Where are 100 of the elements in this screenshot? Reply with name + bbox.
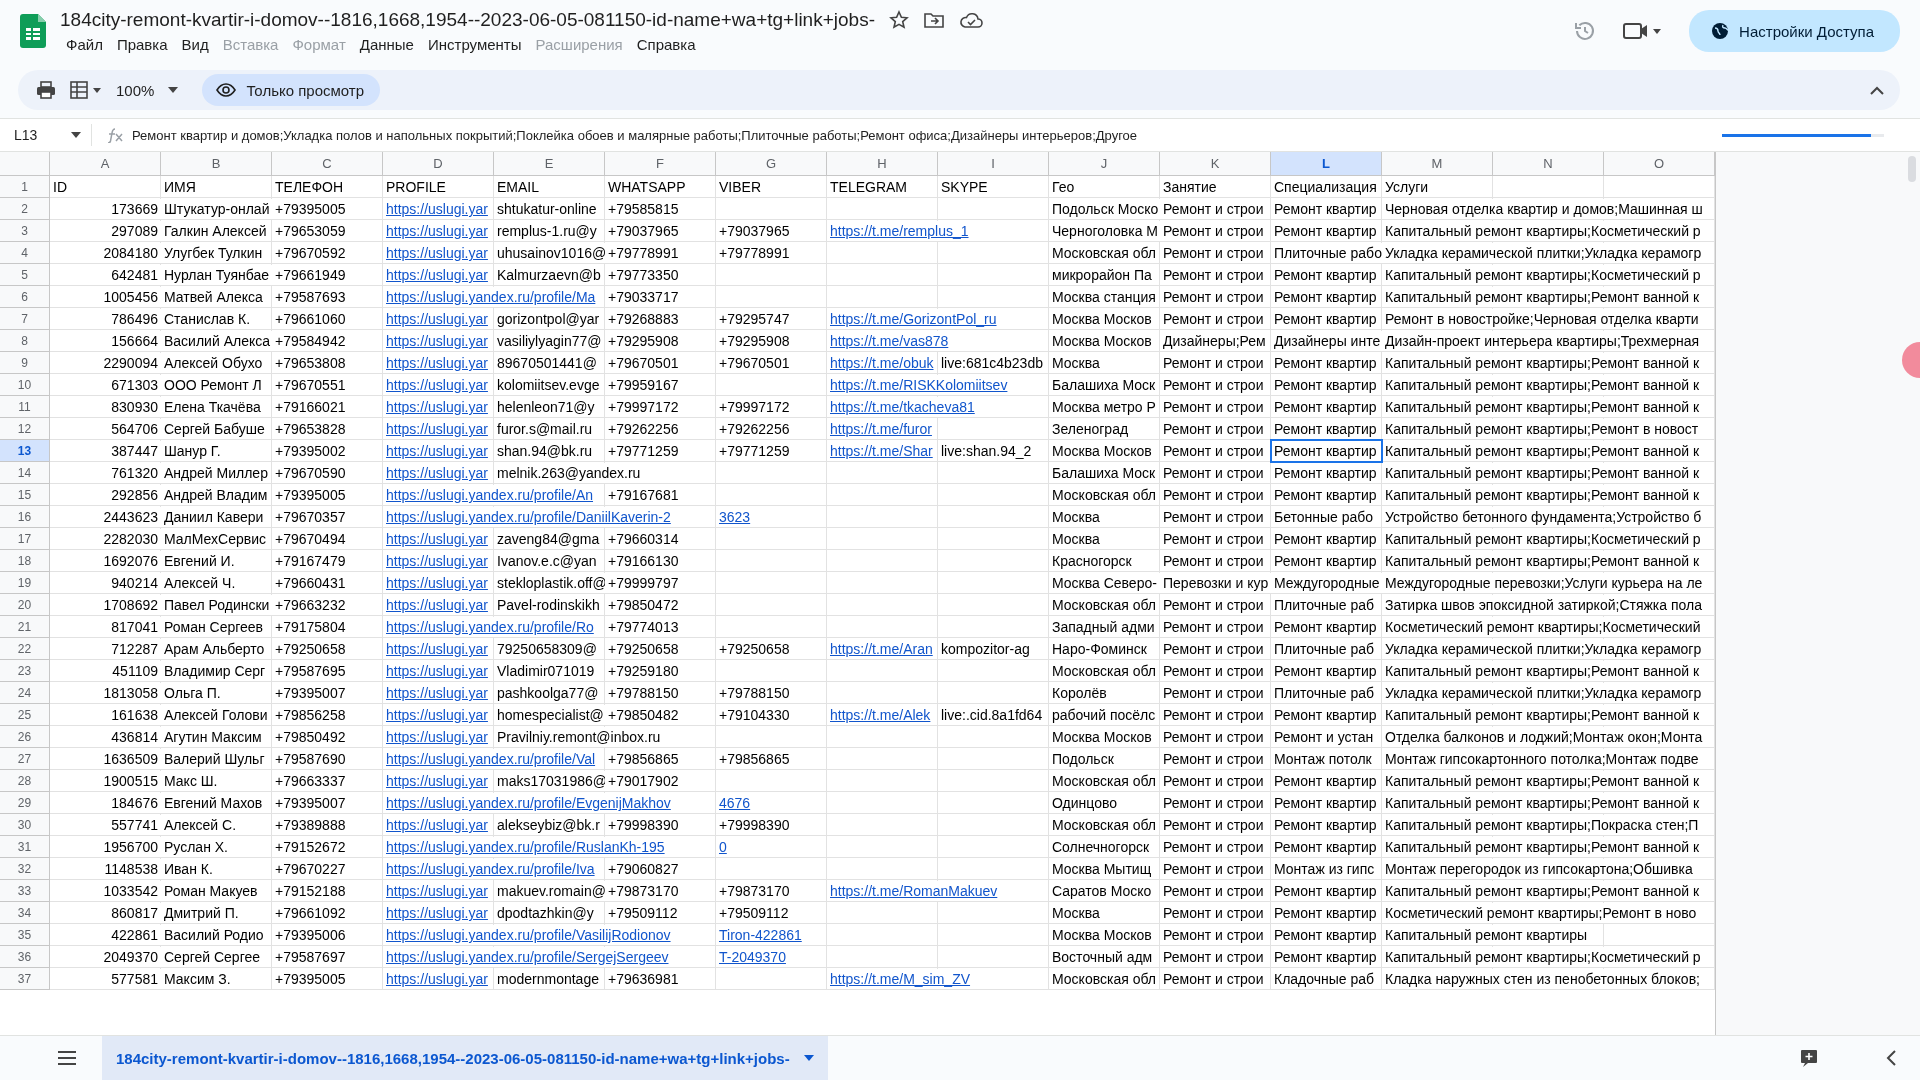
cell-link[interactable]: https://uslugi.yandex.ru/profile/Ro bbox=[383, 617, 597, 637]
row-header[interactable]: 8 bbox=[0, 330, 50, 352]
name-box[interactable]: L13 bbox=[0, 124, 92, 146]
row-header[interactable]: 30 bbox=[0, 814, 50, 836]
cell-link[interactable]: https://t.me/M_sim_ZV bbox=[827, 969, 974, 989]
cell-link[interactable]: https://t.me/vas878 bbox=[827, 331, 952, 351]
row-header[interactable]: 36 bbox=[0, 946, 50, 968]
table-cell: 860817 bbox=[108, 903, 161, 923]
sheet-tab[interactable]: 184city-remont-kvartir-i-domov--1816,1668,1954--2023-06-05-081150-id-name+wa+tg+link+jobs- bbox=[102, 1036, 828, 1080]
row-header[interactable]: 4 bbox=[0, 242, 50, 264]
menu-icon[interactable] bbox=[58, 1051, 76, 1065]
row-header[interactable]: 17 bbox=[0, 528, 50, 550]
row-header[interactable]: 10 bbox=[0, 374, 50, 396]
table-cell: Затирка швов эпоксидной затиркой;Стяжка пола bbox=[1382, 595, 1705, 615]
column-header[interactable]: L bbox=[1271, 152, 1382, 176]
column-header[interactable]: F bbox=[605, 152, 716, 176]
row-header[interactable]: 31 bbox=[0, 836, 50, 858]
row-header[interactable]: 11 bbox=[0, 396, 50, 418]
cell-link[interactable]: https://t.me/RomanMakuev bbox=[827, 881, 1001, 901]
row-header[interactable]: 18 bbox=[0, 550, 50, 572]
menu-item[interactable]: Данные bbox=[353, 34, 420, 54]
cell-link[interactable]: https://t.me/tkacheva81 bbox=[827, 397, 978, 417]
row-header[interactable]: 25 bbox=[0, 704, 50, 726]
video-camera-icon[interactable] bbox=[1623, 20, 1664, 42]
column-header[interactable]: G bbox=[716, 152, 827, 176]
row-header[interactable]: 32 bbox=[0, 858, 50, 880]
row-header[interactable]: 26 bbox=[0, 726, 50, 748]
menu-item[interactable]: Правка bbox=[110, 34, 174, 54]
menu-item[interactable]: Справка bbox=[630, 34, 702, 54]
row-header[interactable]: 28 bbox=[0, 770, 50, 792]
row-header[interactable]: 5 bbox=[0, 264, 50, 286]
cell-link[interactable]: https://uslugi.yandex.ru/profile/VasilijRodionov bbox=[383, 925, 674, 945]
column-header[interactable]: M bbox=[1382, 152, 1493, 176]
column-header[interactable]: B bbox=[161, 152, 272, 176]
cell-link[interactable]: https://uslugi.yandex.ru/profile/RuslanKh-195 bbox=[383, 837, 668, 857]
row-header[interactable]: 16 bbox=[0, 506, 50, 528]
row-header[interactable]: 27 bbox=[0, 748, 50, 770]
row-header[interactable]: 24 bbox=[0, 682, 50, 704]
table-format-icon[interactable] bbox=[70, 81, 102, 99]
print-icon[interactable] bbox=[36, 81, 56, 99]
column-header[interactable]: O bbox=[1604, 152, 1715, 176]
cell-link[interactable]: https://uslugi.yandex.ru/profile/DaniilKaverin-2 bbox=[383, 507, 674, 527]
cell-link[interactable]: https://uslugi.yandex.ru/profile/Ma bbox=[383, 287, 599, 307]
formula-text: Ремонт квартир и домов;Укладка полов и напольных покрытий;Поклейка обоев и малярные работы;Плиточные работы;Ремонт офиса;Дизайнеры интерьеров;Другое bbox=[132, 127, 1139, 143]
menu-item[interactable]: Инструменты bbox=[421, 34, 528, 54]
row-header[interactable]: 23 bbox=[0, 660, 50, 682]
share-button[interactable]: Настройки Доступа bbox=[1689, 10, 1900, 52]
row-header[interactable]: 35 bbox=[0, 924, 50, 946]
zoom-dropdown[interactable]: 100% bbox=[116, 81, 179, 99]
cell-link[interactable]: https://uslugi.yandex.ru/profile/An bbox=[383, 485, 596, 505]
row-header[interactable]: 37 bbox=[0, 968, 50, 990]
row-header[interactable]: 21 bbox=[0, 616, 50, 638]
row-header[interactable]: 15 bbox=[0, 484, 50, 506]
row-header[interactable]: 33 bbox=[0, 880, 50, 902]
row-header[interactable]: 2 bbox=[0, 198, 50, 220]
row-header[interactable]: 34 bbox=[0, 902, 50, 924]
cell-link[interactable]: https://uslugi.yandex.ru/profile/SergejSergeev bbox=[383, 947, 672, 967]
star-icon[interactable] bbox=[888, 9, 909, 30]
cell-link[interactable]: https://uslugi.yandex.ru/profile/Val bbox=[383, 749, 599, 769]
cell-link[interactable]: https://t.me/remplus_1 bbox=[827, 221, 972, 241]
table-cell: 712287 bbox=[108, 639, 161, 659]
row-header[interactable]: 7 bbox=[0, 308, 50, 330]
add-note-icon[interactable] bbox=[1800, 1049, 1818, 1067]
cloud-icon[interactable] bbox=[958, 10, 983, 29]
table-cell: 564706 bbox=[108, 419, 161, 439]
caret-icon bbox=[71, 132, 81, 138]
column-header[interactable]: E bbox=[494, 152, 605, 176]
row-header[interactable]: 3 bbox=[0, 220, 50, 242]
row-header[interactable]: 6 bbox=[0, 286, 50, 308]
cell-link[interactable]: https://uslugi.yandex.ru/profile/Iva bbox=[383, 859, 598, 879]
row-header[interactable]: 29 bbox=[0, 792, 50, 814]
row-header[interactable]: 22 bbox=[0, 638, 50, 660]
chevron-up-icon[interactable] bbox=[1870, 85, 1884, 95]
row-header[interactable]: 13 bbox=[0, 440, 50, 462]
row-header[interactable]: 20 bbox=[0, 594, 50, 616]
column-header[interactable]: C bbox=[272, 152, 383, 176]
column-header[interactable]: D bbox=[383, 152, 494, 176]
scrollbar-thumb[interactable] bbox=[1908, 156, 1916, 182]
row-header[interactable]: 14 bbox=[0, 462, 50, 484]
function-icon bbox=[106, 127, 124, 143]
row-header[interactable]: 1 bbox=[0, 176, 50, 198]
column-header[interactable]: J bbox=[1049, 152, 1160, 176]
row-header[interactable]: 19 bbox=[0, 572, 50, 594]
chevron-left-icon[interactable] bbox=[1886, 1050, 1896, 1066]
row-header[interactable]: 12 bbox=[0, 418, 50, 440]
table-cell: 557741 bbox=[108, 815, 161, 835]
column-header[interactable]: K bbox=[1160, 152, 1271, 176]
table-cell: 387447 bbox=[108, 441, 161, 461]
column-header[interactable]: N bbox=[1493, 152, 1604, 176]
menu-item[interactable]: Файл bbox=[60, 34, 109, 54]
cell-link[interactable]: https://t.me/GorizontPol_ru bbox=[827, 309, 1000, 329]
row-header[interactable]: 9 bbox=[0, 352, 50, 374]
cell-link[interactable]: https://uslugi.yandex.ru/profile/EvgenijMakhov bbox=[383, 793, 674, 813]
table-cell: Дизайнеры инте bbox=[1271, 331, 1384, 351]
menu-item[interactable]: Вид bbox=[175, 34, 215, 54]
column-header[interactable]: A bbox=[50, 152, 161, 176]
view-only-button[interactable]: Только просмотр bbox=[202, 74, 381, 106]
cell-link[interactable]: https://t.me/RISKKolomiitsev bbox=[827, 375, 1011, 395]
column-header[interactable]: H bbox=[827, 152, 938, 176]
column-header[interactable]: I bbox=[938, 152, 1049, 176]
